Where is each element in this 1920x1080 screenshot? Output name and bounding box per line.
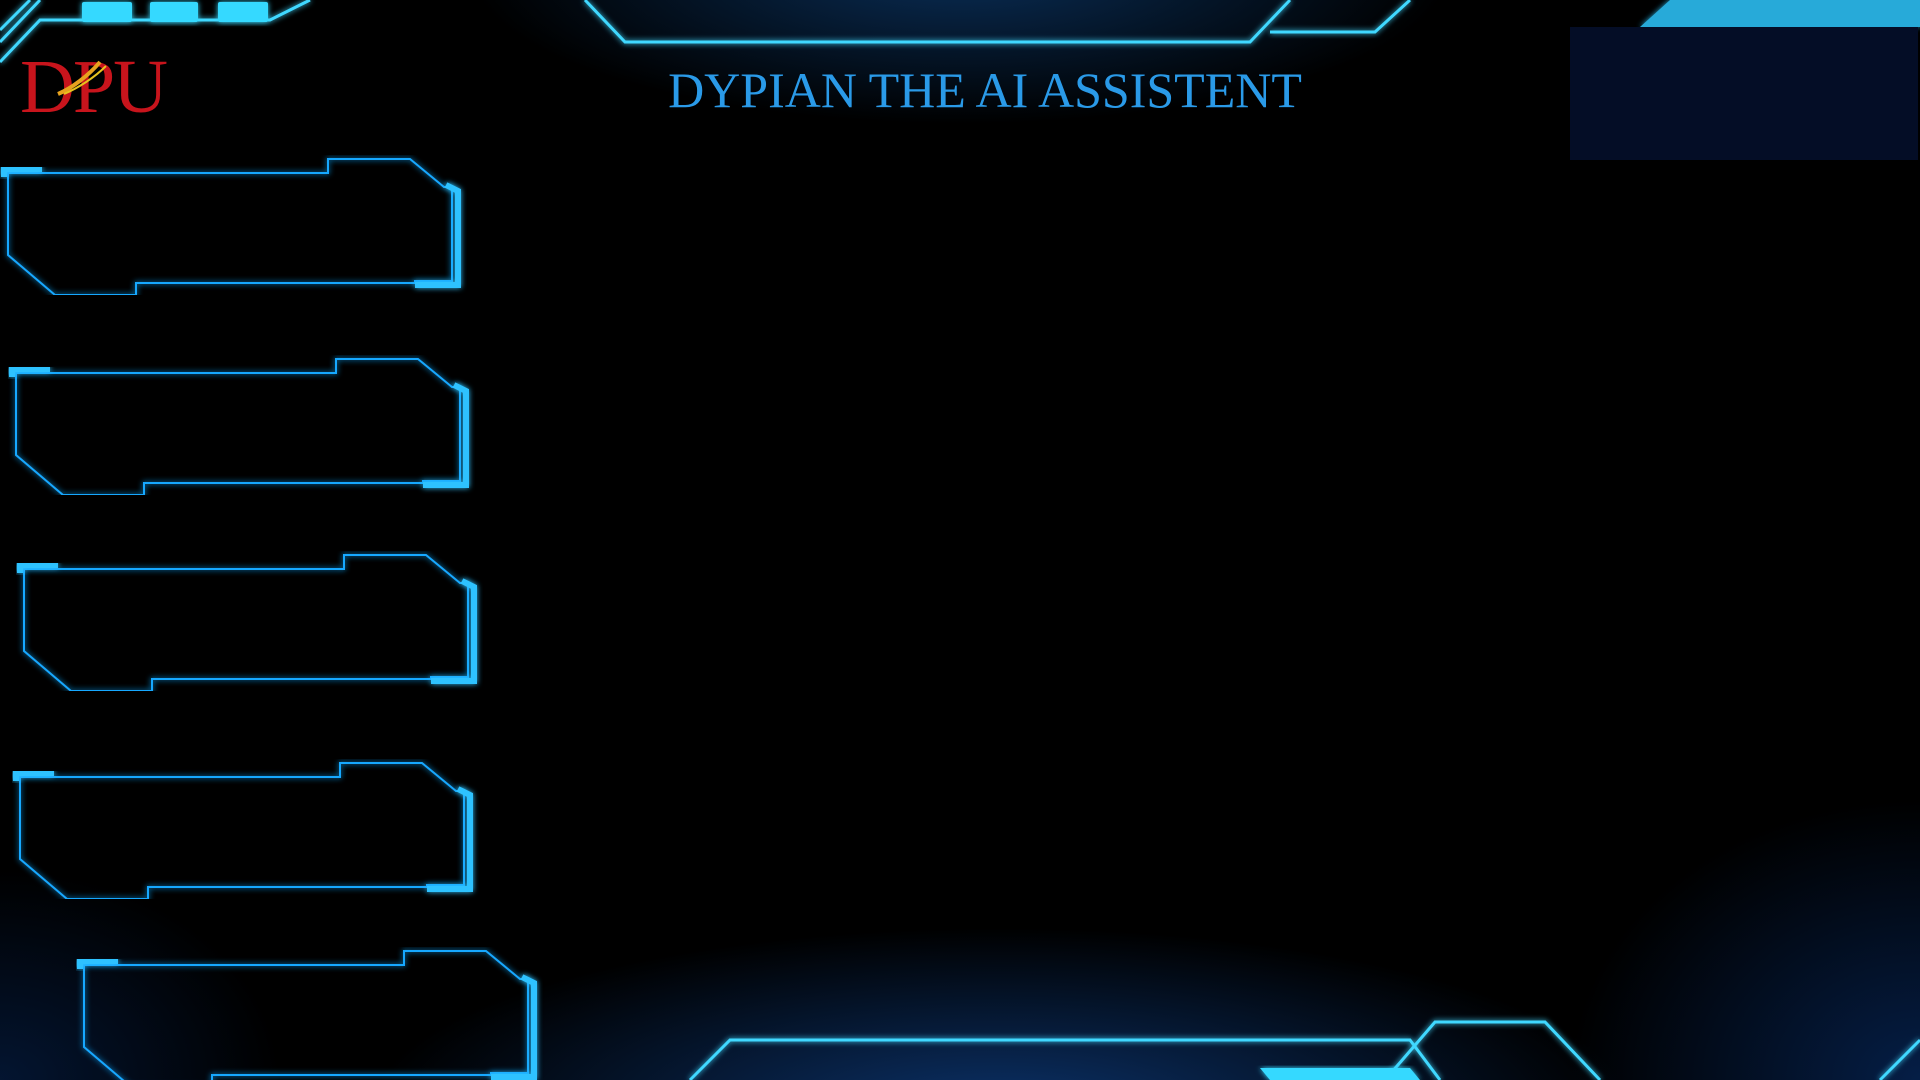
sidebar-item-3[interactable] [16,551,486,692]
sidebar-item-1[interactable] [0,155,470,296]
top-right-ornament [1640,0,1920,27]
slot-frame-icon [9,358,469,496]
bottom-ornament [688,1020,1920,1080]
slot-frame-icon [17,554,477,692]
slot-frame-icon [77,950,537,1080]
app-title: DYPIAN THE AI ASSISTENT [668,62,1302,118]
top-center-ornament [583,0,1412,44]
camera-panel [1570,27,1918,160]
slot-frame-icon [13,762,473,900]
sidebar-item-5[interactable] [76,947,546,1080]
hud-screen: DPU DYPIAN THE AI ASSISTENT [0,0,1920,1080]
logo: DPU [20,48,210,126]
sidebar-item-2[interactable] [8,355,478,496]
sidebar-item-4[interactable] [12,759,482,900]
slot-frame-icon [1,158,461,296]
logo-swoosh-icon [57,60,107,96]
